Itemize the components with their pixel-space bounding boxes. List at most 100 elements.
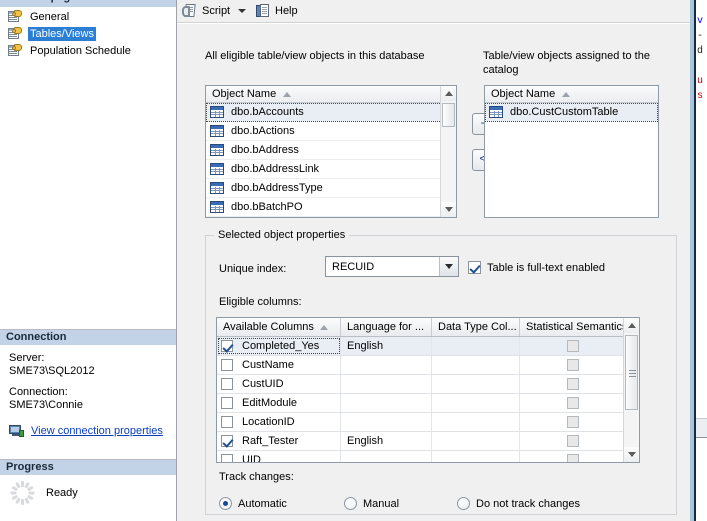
row-statistical-semantics-cell[interactable]	[520, 394, 625, 412]
row-statistical-semantics-cell[interactable]	[520, 337, 625, 355]
view-connection-properties-row[interactable]: View connection properties	[0, 424, 163, 438]
unique-index-dropdown-button[interactable]	[439, 257, 458, 276]
list-item[interactable]: dbo.CustCustomTable	[485, 103, 658, 122]
row-include-checkbox[interactable]	[221, 416, 233, 428]
help-button[interactable]: Help	[255, 1, 298, 21]
row-column-name: CustName	[242, 359, 294, 371]
row-statistical-semantics-cell[interactable]	[520, 432, 625, 450]
eligible-objects-scrollbar[interactable]	[440, 86, 456, 217]
row-data-type-col-cell[interactable]	[432, 375, 520, 393]
page-properties-icon	[7, 9, 23, 24]
radio-button[interactable]	[344, 497, 357, 510]
table-row[interactable]: Completed_Yes English	[217, 337, 625, 356]
list-item[interactable]: dbo.bAccounts	[206, 103, 442, 122]
sidebar-item-tables-views[interactable]: Tables/Views	[0, 25, 176, 42]
scroll-up-button[interactable]	[441, 86, 456, 101]
list-item[interactable]: dbo.bAddress	[206, 141, 442, 160]
row-data-type-col-cell[interactable]	[432, 432, 520, 450]
scroll-down-button[interactable]	[441, 202, 456, 217]
eligible-columns-grid[interactable]: Available Columns Language for ... Data …	[216, 317, 640, 463]
row-include-checkbox[interactable]	[221, 454, 233, 462]
row-include-cell[interactable]: CustName	[217, 356, 341, 374]
left-list-caption: All eligible table/view objects in this …	[205, 50, 425, 62]
row-data-type-col-cell[interactable]	[432, 413, 520, 431]
sidebar-item-population-schedule[interactable]: Population Schedule	[0, 42, 176, 59]
scrollbar-thumb[interactable]	[625, 335, 638, 410]
row-statistical-semantics-cell[interactable]	[520, 413, 625, 431]
list-item[interactable]: dbo.bActions	[206, 122, 442, 141]
row-include-checkbox[interactable]	[221, 378, 233, 390]
row-data-type-col-cell[interactable]	[432, 451, 520, 462]
row-include-cell[interactable]: UID	[217, 451, 341, 462]
grid-header-language-for[interactable]: Language for ...	[341, 318, 432, 336]
scroll-up-button[interactable]	[624, 318, 639, 333]
track-changes-none-radio[interactable]: Do not track changes	[457, 497, 580, 510]
table-row[interactable]: CustUID	[217, 375, 625, 394]
assigned-objects-listbox[interactable]: Object Name dbo.CustCustomTable	[484, 85, 659, 218]
eligible-objects-rows: dbo.bAccounts dbo.bActions dbo.bAddress	[206, 103, 442, 217]
radio-button[interactable]	[457, 497, 470, 510]
unique-index-select[interactable]: RECUID	[325, 256, 459, 277]
table-row[interactable]: CustName	[217, 356, 625, 375]
row-data-type-col-cell[interactable]	[432, 337, 520, 355]
sidebar-item-general[interactable]: General	[0, 8, 176, 25]
assigned-objects-column-header[interactable]: Object Name	[485, 86, 658, 103]
eligible-columns-scrollbar[interactable]	[623, 318, 639, 462]
eligible-objects-listbox[interactable]: Object Name dbo.bAccounts dbo.bActions d…	[205, 85, 457, 218]
row-statistical-semantics-checkbox[interactable]	[566, 416, 579, 428]
row-statistical-semantics-cell[interactable]	[520, 356, 625, 374]
table-row[interactable]: EditModule	[217, 394, 625, 413]
list-item[interactable]: dbo.bAddressType	[206, 179, 442, 198]
row-statistical-semantics-checkbox[interactable]	[566, 454, 579, 462]
row-statistical-semantics-checkbox[interactable]	[566, 378, 579, 390]
checkbox-box[interactable]	[468, 261, 481, 274]
row-language-cell[interactable]	[341, 413, 432, 431]
table-row[interactable]: LocationID	[217, 413, 625, 432]
table-row[interactable]: UID	[217, 451, 625, 462]
row-include-cell[interactable]: LocationID	[217, 413, 341, 431]
grid-header-statistical-semantics[interactable]: Statistical Semantics	[520, 318, 625, 336]
row-include-checkbox[interactable]	[221, 397, 233, 409]
row-include-checkbox[interactable]	[221, 359, 233, 371]
toolbar: Script Help	[177, 0, 690, 22]
row-language-cell[interactable]	[341, 356, 432, 374]
list-item-label: dbo.bAddressType	[231, 182, 323, 194]
row-language-cell[interactable]: English	[341, 432, 432, 450]
radio-button[interactable]	[219, 497, 232, 510]
table-row[interactable]: Raft_Tester English	[217, 432, 625, 451]
row-include-checkbox[interactable]	[221, 340, 233, 352]
row-include-checkbox[interactable]	[221, 435, 233, 447]
view-connection-properties-link[interactable]: View connection properties	[31, 425, 163, 437]
table-fulltext-enabled-checkbox[interactable]: Table is full-text enabled	[468, 261, 605, 274]
row-include-cell[interactable]: Raft_Tester	[217, 432, 341, 450]
row-include-cell[interactable]: EditModule	[217, 394, 341, 412]
row-include-cell[interactable]: CustUID	[217, 375, 341, 393]
grid-header-available-columns[interactable]: Available Columns	[217, 318, 341, 336]
row-statistical-semantics-checkbox[interactable]	[566, 340, 579, 352]
track-changes-automatic-radio[interactable]: Automatic	[219, 497, 287, 510]
row-statistical-semantics-checkbox[interactable]	[566, 397, 579, 409]
row-language-cell[interactable]	[341, 375, 432, 393]
background-editor-window[interactable]: v - d u s	[690, 0, 707, 521]
list-item[interactable]: dbo.bBatchPO	[206, 198, 442, 217]
row-statistical-semantics-cell[interactable]	[520, 375, 625, 393]
script-button[interactable]: Script	[182, 1, 247, 21]
row-language-cell[interactable]	[341, 394, 432, 412]
row-language-cell[interactable]	[341, 451, 432, 462]
row-language-cell[interactable]: English	[341, 337, 432, 355]
track-changes-manual-radio[interactable]: Manual	[344, 497, 399, 510]
row-data-type-col-cell[interactable]	[432, 356, 520, 374]
row-statistical-semantics-checkbox[interactable]	[566, 435, 579, 447]
row-statistical-semantics-cell[interactable]	[520, 451, 625, 462]
grid-header-data-type-col[interactable]: Data Type Col...	[432, 318, 520, 336]
chevron-down-icon[interactable]	[238, 9, 247, 13]
row-data-type-col-cell[interactable]	[432, 394, 520, 412]
scroll-down-button[interactable]	[624, 447, 639, 462]
right-list-caption: Table/view objects assigned to the catal…	[483, 50, 650, 76]
eligible-objects-column-header[interactable]: Object Name	[206, 86, 442, 103]
row-include-cell[interactable]: Completed_Yes	[217, 337, 341, 355]
scrollbar-thumb[interactable]	[442, 103, 455, 127]
list-item[interactable]: dbo.bAddressLink	[206, 160, 442, 179]
grid-header-row: Available Columns Language for ... Data …	[217, 318, 625, 337]
row-statistical-semantics-checkbox[interactable]	[566, 359, 579, 371]
